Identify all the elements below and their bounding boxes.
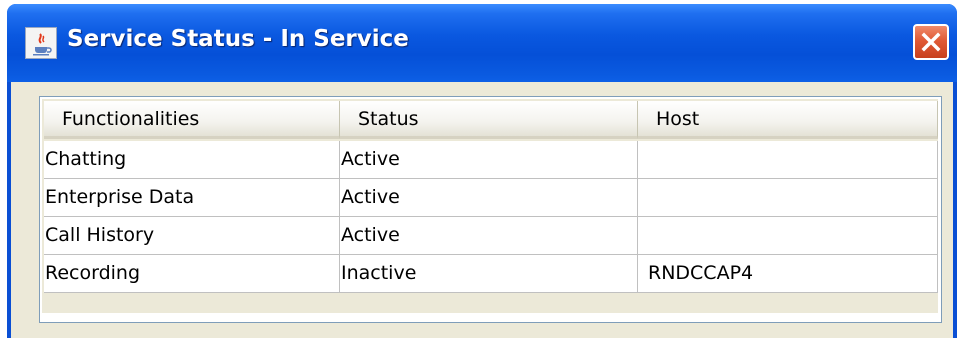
status-cell[interactable]: Active: [340, 179, 638, 217]
window-client-area: Functionalities Status Host Chatting Act…: [11, 82, 953, 338]
host-cell[interactable]: [638, 141, 938, 179]
status-cell[interactable]: Active: [340, 217, 638, 255]
table-row[interactable]: Call History Active: [44, 217, 938, 255]
status-cell[interactable]: Active: [340, 141, 638, 179]
host-cell[interactable]: RNDCCAP4: [638, 255, 938, 293]
close-x-icon: [921, 32, 941, 52]
column-header-host[interactable]: Host: [638, 101, 938, 139]
column-header-functionalities[interactable]: Functionalities: [44, 101, 340, 139]
table-row[interactable]: Enterprise Data Active: [44, 179, 938, 217]
title-bar[interactable]: Service Status - In Service: [7, 4, 957, 82]
java-cup-icon[interactable]: [25, 27, 57, 59]
functionality-cell[interactable]: Call History: [44, 217, 340, 255]
service-table-scrollpane[interactable]: Functionalities Status Host Chatting Act…: [39, 96, 942, 323]
functionality-cell[interactable]: Enterprise Data: [44, 179, 340, 217]
host-cell[interactable]: [638, 179, 938, 217]
window-title: Service Status - In Service: [67, 26, 409, 52]
table-body: Chatting Active Enterprise Data Active C…: [44, 141, 938, 293]
service-table: Functionalities Status Host Chatting Act…: [42, 99, 938, 313]
table-header: Functionalities Status Host: [44, 101, 938, 139]
host-cell[interactable]: [638, 217, 938, 255]
table-row[interactable]: Chatting Active: [44, 141, 938, 179]
column-header-status[interactable]: Status: [340, 101, 638, 139]
close-button[interactable]: [913, 24, 949, 60]
service-status-window: Service Status - In Service Functionalit…: [7, 4, 957, 338]
table-row[interactable]: Recording Inactive RNDCCAP4: [44, 255, 938, 293]
functionality-cell[interactable]: Chatting: [44, 141, 340, 179]
status-cell[interactable]: Inactive: [340, 255, 638, 293]
functionality-cell[interactable]: Recording: [44, 255, 340, 293]
